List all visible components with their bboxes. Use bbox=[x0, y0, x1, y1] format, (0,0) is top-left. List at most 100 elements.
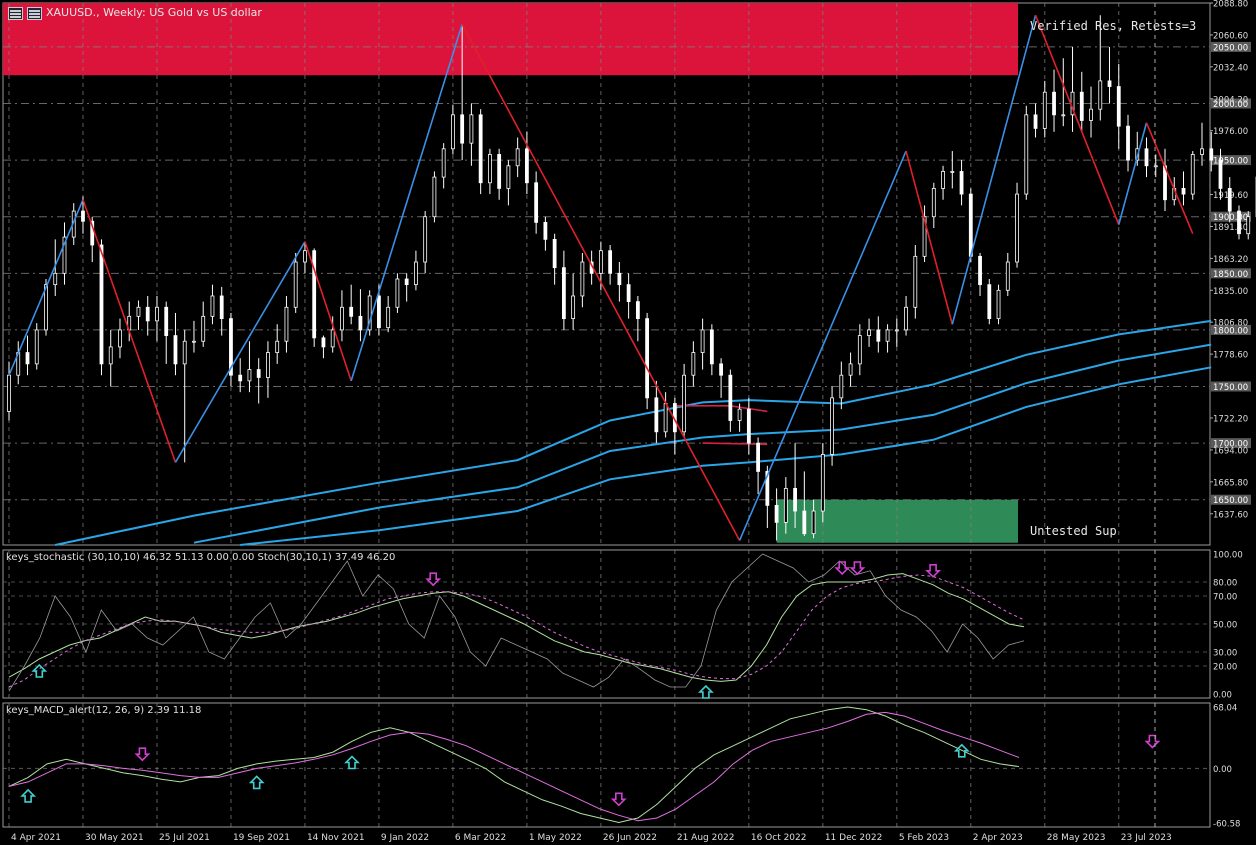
y-tick-label: 1835.00 bbox=[1213, 287, 1248, 297]
price-level-label: 1750.00 bbox=[1213, 383, 1248, 393]
candle-body bbox=[247, 369, 252, 382]
x-tick-label: 16 Oct 2022 bbox=[751, 833, 807, 843]
candle-body bbox=[728, 374, 733, 421]
stochastic-series-line bbox=[8, 573, 1025, 682]
candle-body bbox=[1144, 148, 1149, 167]
chart-menu-icon[interactable] bbox=[8, 7, 23, 20]
candle-body bbox=[561, 267, 566, 320]
candle-body bbox=[1200, 148, 1204, 155]
candle-body bbox=[950, 171, 955, 173]
candle-body bbox=[894, 329, 899, 332]
y-tick-label: 1694.00 bbox=[1213, 446, 1248, 456]
candle-body bbox=[1098, 80, 1103, 110]
y-tick-label: 1863.20 bbox=[1213, 255, 1248, 265]
macd-series-line bbox=[8, 711, 1020, 822]
candle-body bbox=[487, 154, 492, 184]
y-tick-label: 1637.60 bbox=[1213, 510, 1248, 520]
candle-body bbox=[414, 261, 418, 286]
candle-body bbox=[118, 329, 122, 348]
candle-body bbox=[663, 403, 668, 433]
stochastic-indicator-label: keys_stochastic (30,10,10) 46.32 51.13 0… bbox=[6, 552, 396, 563]
candle-body bbox=[1033, 114, 1038, 129]
chart-title: XAUUSD., Weekly: US Gold vs US dollar bbox=[46, 6, 262, 19]
stochastic-series-line bbox=[8, 553, 1025, 692]
candle-body bbox=[1209, 148, 1214, 161]
candle-body bbox=[404, 278, 409, 286]
candle-body bbox=[1052, 91, 1056, 116]
candle-body bbox=[303, 250, 307, 263]
candle-body bbox=[136, 306, 141, 317]
candle-body bbox=[275, 340, 280, 353]
y-tick-label: 2060.60 bbox=[1213, 31, 1248, 41]
candle-body bbox=[497, 154, 502, 189]
candle-body bbox=[968, 193, 973, 257]
x-tick-label: 23 Jul 2023 bbox=[1121, 833, 1172, 843]
chart-stage[interactable]: 2050.002000.001950.001900.001850.001800.… bbox=[0, 0, 1256, 845]
macd-y-label: 68.04 bbox=[1213, 704, 1237, 714]
candle-body bbox=[432, 176, 437, 218]
y-tick-label: 1976.00 bbox=[1213, 127, 1248, 137]
candle-body bbox=[201, 315, 206, 342]
price-level-label: 1950.00 bbox=[1213, 157, 1248, 167]
candle-body bbox=[1116, 86, 1121, 127]
candle-body bbox=[1227, 188, 1232, 212]
zigzag-segment bbox=[174, 241, 306, 463]
price-level-label: 1850.00 bbox=[1213, 270, 1248, 280]
candle-body bbox=[608, 250, 613, 274]
candle-body bbox=[756, 442, 760, 472]
candle-body bbox=[81, 210, 85, 222]
y-tick-label: 1806.80 bbox=[1213, 319, 1248, 329]
macd-signal-arrow-icon bbox=[20, 788, 37, 803]
candle-body bbox=[330, 329, 335, 348]
candle-body bbox=[1181, 188, 1186, 195]
stochastic-signal-arrow-icon bbox=[925, 563, 942, 578]
candle-body bbox=[931, 188, 936, 218]
candle-body bbox=[173, 335, 178, 365]
candle-body bbox=[839, 374, 844, 399]
candle-body bbox=[978, 255, 982, 286]
stoch-y-label: 0.00 bbox=[1213, 691, 1232, 701]
stoch-y-label: 20.00 bbox=[1213, 663, 1237, 673]
x-tick-label: 25 Jul 2021 bbox=[159, 833, 210, 843]
stochastic-series-line bbox=[8, 574, 1025, 688]
candle-body bbox=[524, 148, 529, 184]
candle-body bbox=[580, 261, 585, 297]
candle-body bbox=[164, 306, 169, 336]
stoch-y-label: 50.00 bbox=[1213, 621, 1237, 631]
y-tick-label: 2088.80 bbox=[1213, 0, 1248, 10]
y-tick-label: 1891.40 bbox=[1213, 223, 1248, 233]
x-tick-label: 30 May 2021 bbox=[85, 833, 144, 843]
candle-body bbox=[996, 289, 1001, 320]
candle-body bbox=[1061, 114, 1066, 117]
zigzag-segment bbox=[82, 199, 177, 463]
y-tick-label: 2032.40 bbox=[1213, 63, 1248, 73]
candle-body bbox=[885, 329, 890, 342]
candle-body bbox=[506, 165, 511, 189]
x-tick-label: 26 Jun 2022 bbox=[603, 833, 657, 843]
candle-body bbox=[145, 306, 150, 322]
candle-body bbox=[451, 114, 455, 150]
y-tick-label: 1722.20 bbox=[1213, 414, 1248, 424]
candle-body bbox=[219, 295, 224, 320]
macd-signal-arrow-icon bbox=[610, 792, 627, 807]
zigzag-segment bbox=[8, 199, 84, 376]
macd-series-line bbox=[8, 706, 1020, 824]
candle-body bbox=[99, 244, 104, 365]
candle-body bbox=[293, 261, 298, 308]
candle-body bbox=[617, 272, 622, 286]
zigzag-segment bbox=[304, 241, 352, 382]
candle-body bbox=[349, 306, 354, 317]
x-tick-label: 6 Mar 2022 bbox=[455, 833, 506, 843]
stoch-y-label: 100.00 bbox=[1213, 551, 1243, 561]
candle-body bbox=[340, 306, 344, 331]
x-tick-label: 1 May 2022 bbox=[529, 833, 582, 843]
candle-body bbox=[7, 374, 11, 412]
candle-body bbox=[1024, 114, 1029, 195]
symbol-flag-icon[interactable] bbox=[27, 7, 42, 20]
candle-body bbox=[478, 114, 483, 184]
panel-frame bbox=[2, 2, 1211, 546]
x-tick-label: 5 Feb 2023 bbox=[899, 833, 949, 843]
candle-body bbox=[238, 374, 243, 382]
zigzag-segment bbox=[1145, 122, 1194, 235]
candle-body bbox=[691, 352, 696, 376]
